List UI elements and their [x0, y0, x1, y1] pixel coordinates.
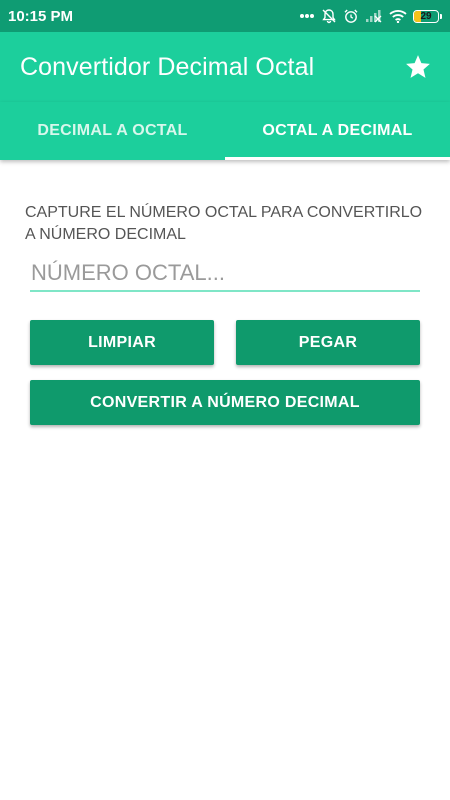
octal-number-input[interactable]: [30, 256, 420, 292]
clear-button[interactable]: LIMPIAR: [30, 320, 214, 365]
paste-button[interactable]: PEGAR: [236, 320, 420, 365]
status-time: 10:15 PM: [8, 7, 74, 25]
battery-level: 29: [420, 10, 432, 22]
app-screen: 10:15 PM 29 Convertidor Decimal Octal DE…: [0, 0, 450, 800]
signal-off-icon: [365, 9, 383, 23]
instruction-text: CAPTURE EL NÚMERO OCTAL PARA CONVERTIRLO…: [25, 204, 423, 243]
tab-bar: DECIMAL A OCTAL OCTAL A DECIMAL: [0, 102, 450, 160]
app-title: Convertidor Decimal Octal: [20, 52, 315, 81]
tab-label: OCTAL A DECIMAL: [262, 122, 413, 139]
tab-active-indicator: [225, 157, 450, 160]
tab-decimal-a-octal[interactable]: DECIMAL A OCTAL: [0, 102, 225, 160]
battery-icon: 29: [413, 9, 442, 23]
battery-body: 29: [413, 9, 439, 23]
wifi-icon: [389, 9, 407, 23]
star-icon[interactable]: [404, 53, 432, 81]
status-icons: 29: [299, 8, 442, 24]
notification-dots-icon: [299, 13, 315, 19]
status-bar: 10:15 PM 29: [0, 0, 450, 32]
battery-cap: [440, 13, 442, 19]
bell-off-icon: [321, 8, 337, 24]
tab-octal-a-decimal[interactable]: OCTAL A DECIMAL: [225, 102, 450, 160]
app-bar: Convertidor Decimal Octal: [0, 32, 450, 102]
tab-label: DECIMAL A OCTAL: [37, 122, 188, 139]
convert-to-decimal-button[interactable]: CONVERTIR A NÚMERO DECIMAL: [30, 380, 420, 425]
alarm-clock-icon: [343, 8, 359, 24]
